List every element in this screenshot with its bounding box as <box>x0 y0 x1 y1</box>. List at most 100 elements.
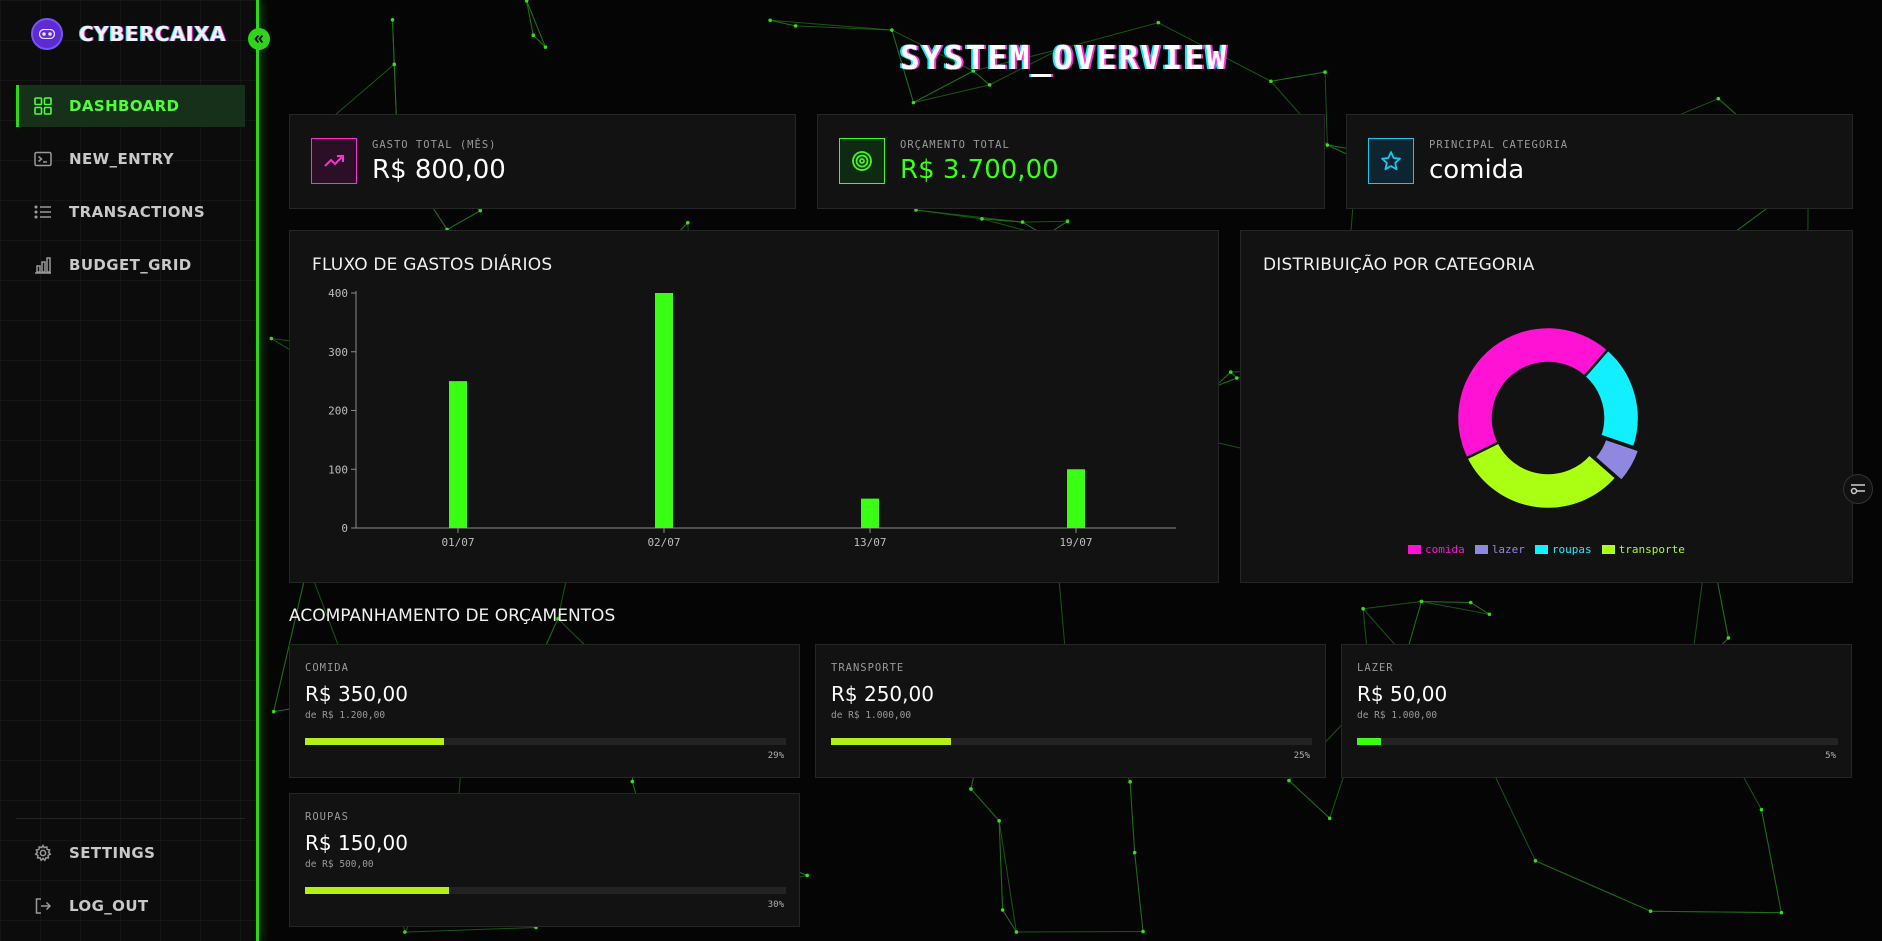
network-node <box>1128 779 1132 784</box>
x-tick-label: 02/07 <box>647 536 680 549</box>
network-line <box>1421 600 1471 604</box>
network-node <box>269 336 274 341</box>
sidebar-item-logout[interactable]: LOG_OUT <box>16 885 245 927</box>
sidebar-item-label: TRANSACTIONS <box>69 203 206 221</box>
budget-card-lazer: LAZER R$ 50,00 de R$ 1.000,00 5% <box>1341 644 1852 778</box>
stat-card-total-spent: GASTO TOTAL (MÊS) R$ 800,00 <box>289 114 796 209</box>
x-tick-label: 13/07 <box>853 536 886 549</box>
sidebar-item-label: SETTINGS <box>69 844 156 862</box>
network-node <box>1269 79 1273 84</box>
network-node <box>271 709 276 714</box>
budget-limit: de R$ 500,00 <box>305 859 374 870</box>
budget-category: ROUPAS <box>305 811 349 823</box>
network-node <box>1323 70 1327 74</box>
budget-limit: de R$ 1.000,00 <box>831 710 912 721</box>
page-title: SYSTEM_OVERVIEW <box>900 38 1229 77</box>
budget-progress-track <box>305 738 786 745</box>
chart-legend: comida lazer roupas transporte <box>1241 543 1852 556</box>
budget-spent: R$ 350,00 <box>305 682 408 706</box>
network-node <box>768 18 772 23</box>
budget-percent: 25% <box>1293 751 1310 761</box>
network-node <box>969 787 973 791</box>
network-line <box>1016 931 1144 933</box>
network-line <box>970 788 1000 822</box>
legend-item-transporte[interactable]: transporte <box>1601 543 1685 556</box>
budget-card-roupas: ROUPAS R$ 150,00 de R$ 500,00 30% <box>289 793 800 927</box>
bar-chart-icon <box>34 256 52 274</box>
network-node <box>1287 778 1291 783</box>
network-node <box>987 83 992 87</box>
legend-item-lazer[interactable]: lazer <box>1474 543 1525 556</box>
daily-spending-bar-chart: 0 100 200 300 400 01/07 02/07 13/07 19/07 <box>328 287 1176 549</box>
budget-limit: de R$ 1.000,00 <box>1357 710 1438 721</box>
legend-swatch <box>1601 545 1615 554</box>
stat-value: R$ 3.700,00 <box>900 155 1059 185</box>
sidebar-item-settings[interactable]: SETTINGS <box>16 832 245 874</box>
legend-item-roupas[interactable]: roupas <box>1534 543 1592 556</box>
budget-card-transporte: TRANSPORTE R$ 250,00 de R$ 1.000,00 25% <box>815 644 1326 778</box>
sidebar-nav: DASHBOARD NEW_ENTRY TRANSACTIONS BUDGET_… <box>16 85 245 297</box>
network-node <box>1000 908 1005 912</box>
stat-card-top-category: PRINCIPAL CATEGORIA comida <box>1346 114 1853 209</box>
network-node <box>1141 929 1145 934</box>
y-tick-label: 300 <box>328 346 348 359</box>
budget-category: COMIDA <box>305 662 349 674</box>
sidebar-item-new-entry[interactable]: NEW_ENTRY <box>16 138 245 180</box>
network-node <box>1235 376 1239 380</box>
sidebar-item-budget-grid[interactable]: BUDGET_GRID <box>16 244 245 286</box>
sidebar: CYBERCAIXA DASHBOARD NEW_ENTRY TRANSACTI… <box>0 0 259 941</box>
sidebar-item-dashboard[interactable]: DASHBOARD <box>16 85 245 127</box>
star-icon <box>1368 138 1414 184</box>
x-tick-label: 19/07 <box>1059 536 1092 549</box>
logo-icon <box>31 18 63 50</box>
x-tick-label: 01/07 <box>441 536 474 549</box>
network-node <box>543 45 548 49</box>
legend-item-comida[interactable]: comida <box>1408 543 1465 556</box>
budget-progress-fill <box>305 887 450 894</box>
legend-swatch <box>1474 545 1488 554</box>
budget-category: LAZER <box>1357 662 1394 674</box>
budget-spent: R$ 150,00 <box>305 831 408 855</box>
network-node <box>390 17 395 22</box>
legend-swatch <box>1534 545 1548 554</box>
bar <box>1067 469 1085 528</box>
sidebar-item-label: LOG_OUT <box>69 897 149 915</box>
legend-label: comida <box>1425 543 1465 556</box>
budget-progress-fill <box>1357 738 1382 745</box>
network-line <box>770 19 892 31</box>
brand[interactable]: CYBERCAIXA <box>31 18 226 50</box>
network-node <box>1156 20 1161 25</box>
y-tick-label: 400 <box>328 287 348 300</box>
legend-label: transporte <box>1618 543 1685 556</box>
network-node <box>1716 96 1721 101</box>
network-node <box>1779 910 1784 915</box>
app-name: CYBERCAIXA <box>79 22 226 46</box>
sliders-icon <box>1850 480 1866 499</box>
y-tick-label: 200 <box>328 405 348 418</box>
budget-card-comida: COMIDA R$ 350,00 de R$ 1.200,00 29% <box>289 644 800 778</box>
network-node <box>685 220 690 225</box>
stat-value: R$ 800,00 <box>372 155 506 185</box>
filter-button[interactable] <box>1843 474 1873 504</box>
budget-limit: de R$ 1.200,00 <box>305 710 386 721</box>
sidebar-item-transactions[interactable]: TRANSACTIONS <box>16 191 245 233</box>
network-node <box>1468 600 1473 605</box>
budget-progress-fill <box>305 738 445 745</box>
category-donut-chart <box>1455 325 1641 511</box>
stat-label: PRINCIPAL CATEGORIA <box>1429 139 1569 151</box>
legend-label: lazer <box>1491 543 1525 556</box>
network-node <box>1327 816 1332 821</box>
collapse-sidebar-button[interactable] <box>248 28 270 50</box>
stat-label: ORÇAMENTO TOTAL <box>900 139 1010 151</box>
network-line <box>913 84 990 104</box>
logout-icon <box>34 897 52 915</box>
network-line <box>1129 781 1136 853</box>
network-line <box>404 926 537 933</box>
stat-card-total-budget: ORÇAMENTO TOTAL R$ 3.700,00 <box>817 114 1325 209</box>
y-tick-label: 0 <box>341 522 348 535</box>
network-node <box>1759 807 1764 812</box>
network-node <box>1419 599 1424 604</box>
network-node <box>1014 930 1019 934</box>
sidebar-bottom-nav: SETTINGS LOG_OUT <box>16 818 245 938</box>
legend-swatch <box>1408 545 1422 554</box>
